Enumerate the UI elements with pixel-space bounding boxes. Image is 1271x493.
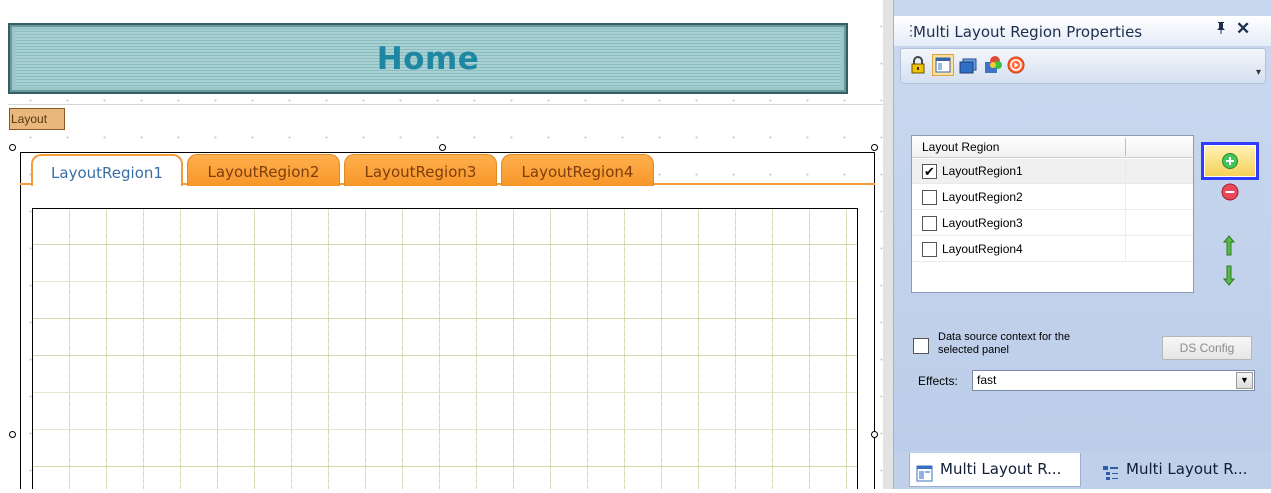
dropdown-arrow-icon[interactable]: ▼ xyxy=(1236,372,1253,389)
column-divider xyxy=(1125,211,1126,236)
move-up-button[interactable] xyxy=(1216,233,1242,259)
pin-icon[interactable] xyxy=(1215,21,1227,38)
column-header-layout-region[interactable]: Layout Region xyxy=(922,136,999,158)
layout-region-tabs: LayoutRegion1 LayoutRegion2 LayoutRegion… xyxy=(22,154,872,186)
tab-layoutregion3[interactable]: LayoutRegion3 xyxy=(344,154,497,186)
resize-handle-top[interactable] xyxy=(439,144,446,151)
region-label: LayoutRegion4 xyxy=(942,242,1023,256)
card-icon[interactable] xyxy=(957,54,979,76)
move-down-button[interactable] xyxy=(1216,262,1242,288)
panel-content: Layout Region ✔ LayoutRegion1 LayoutRegi… xyxy=(894,86,1271,451)
panel-title: Multi Layout Region Properties xyxy=(913,23,1143,41)
outline-icon xyxy=(1102,461,1119,480)
resize-handle-top-right[interactable] xyxy=(871,144,878,151)
layout-icon[interactable] xyxy=(932,54,954,76)
panel-header[interactable]: ⋮ Multi Layout Region Properties ✕ xyxy=(894,16,1271,46)
region-label: LayoutRegion3 xyxy=(942,216,1023,230)
tab-layoutregion1[interactable]: LayoutRegion1 xyxy=(31,154,183,186)
close-icon[interactable]: ✕ xyxy=(1236,19,1250,39)
layout-region-panel[interactable] xyxy=(32,208,858,489)
region-checkbox[interactable]: ✔ xyxy=(922,164,937,179)
region-row[interactable]: LayoutRegion3 xyxy=(912,211,1193,236)
stop-icon[interactable] xyxy=(1005,54,1027,76)
region-row[interactable]: LayoutRegion4 xyxy=(912,237,1193,262)
layout-badge[interactable]: Layout xyxy=(9,108,65,130)
panel-toolbar: ▾ xyxy=(900,48,1266,84)
region-checkbox[interactable] xyxy=(922,242,937,257)
region-checkbox[interactable] xyxy=(922,216,937,231)
resize-handle-right[interactable] xyxy=(871,431,878,438)
banner-separator xyxy=(8,104,883,105)
tab-multi-layout-region-properties[interactable]: Multi Layout R... xyxy=(909,453,1081,487)
tab-label: Multi Layout R... xyxy=(1126,460,1248,478)
panel-splitter[interactable] xyxy=(883,0,893,489)
effects-icon[interactable] xyxy=(981,54,1003,76)
panel-bottom-tabs: Multi Layout R... Multi Layout R... xyxy=(894,451,1271,489)
column-divider xyxy=(1125,237,1126,262)
resize-handle-top-left[interactable] xyxy=(9,144,16,151)
layout-region-list: Layout Region ✔ LayoutRegion1 LayoutRegi… xyxy=(911,135,1194,293)
region-label: LayoutRegion1 xyxy=(942,164,1023,178)
effects-value: fast xyxy=(977,373,997,387)
grip-icon[interactable]: ⋮ xyxy=(904,22,918,38)
data-source-context-label: Data source context for the selected pan… xyxy=(938,331,1071,356)
properties-panel: ⋮ Multi Layout Region Properties ✕ ▾ Lay… xyxy=(893,0,1271,489)
properties-icon xyxy=(916,461,933,482)
tab-layoutregion4[interactable]: LayoutRegion4 xyxy=(501,154,654,186)
lock-icon[interactable] xyxy=(907,54,929,76)
column-divider xyxy=(1125,159,1126,184)
ds-config-button[interactable]: DS Config xyxy=(1162,336,1252,360)
data-source-context-checkbox[interactable] xyxy=(913,338,929,354)
region-label: LayoutRegion2 xyxy=(942,190,1023,204)
tab-multi-layout-region-outline[interactable]: Multi Layout R... xyxy=(1090,453,1270,487)
banner-title: Home xyxy=(376,41,480,77)
column-divider xyxy=(1125,138,1126,156)
column-divider xyxy=(1125,185,1126,210)
tab-label: Multi Layout R... xyxy=(940,460,1062,478)
effects-label: Effects: xyxy=(918,374,958,388)
home-banner[interactable]: Home xyxy=(8,23,848,94)
resize-handle-left[interactable] xyxy=(9,431,16,438)
region-checkbox[interactable] xyxy=(922,190,937,205)
designer-canvas[interactable]: Home Layout LayoutRegion1 LayoutRegion2 … xyxy=(0,0,883,489)
tab-layoutregion2[interactable]: LayoutRegion2 xyxy=(187,154,340,186)
toolbar-overflow-icon[interactable]: ▾ xyxy=(1256,67,1261,78)
region-list-header: Layout Region xyxy=(912,136,1193,158)
remove-region-button[interactable] xyxy=(1217,179,1243,205)
region-row[interactable]: ✔ LayoutRegion1 xyxy=(912,159,1193,184)
region-row[interactable]: LayoutRegion2 xyxy=(912,185,1193,210)
add-region-button[interactable] xyxy=(1201,142,1259,180)
effects-select[interactable]: fast ▼ xyxy=(972,370,1255,391)
